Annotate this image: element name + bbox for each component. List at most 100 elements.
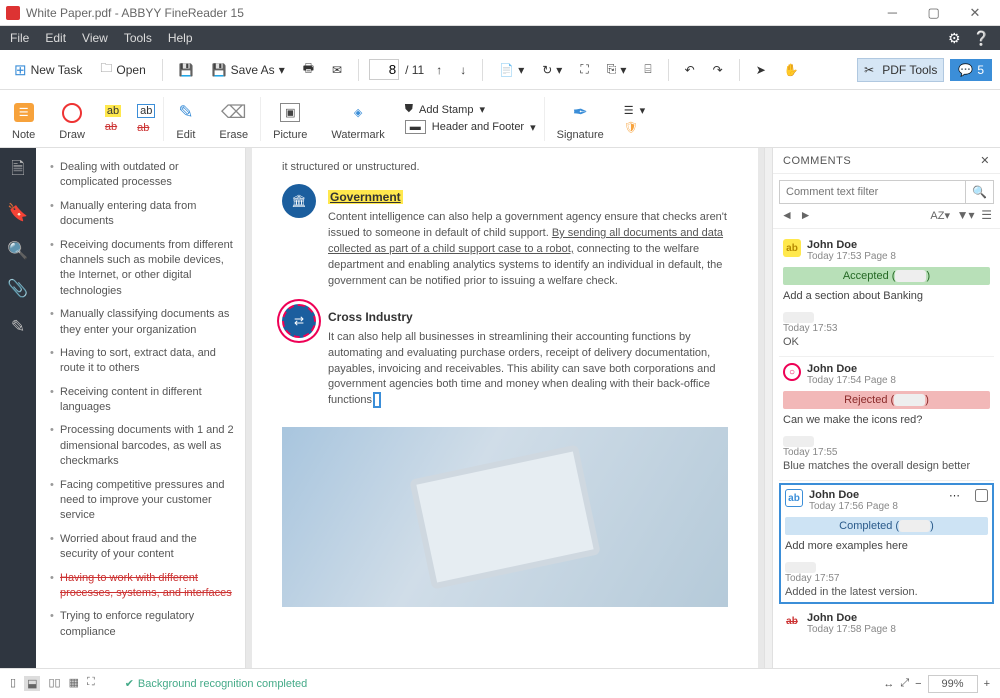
note-tool[interactable]: ☰Note [0,97,47,141]
outline-item[interactable]: Receiving documents from different chann… [50,234,235,304]
signature-icon: ✒ [573,102,588,123]
picture-icon: ▣ [280,103,300,122]
watermark-tool[interactable]: ◈Watermark [319,97,396,141]
fit-page-icon[interactable]: ⤢ [900,677,909,690]
comment-icon: 💬 [958,63,973,77]
comment-filter-input[interactable] [780,181,965,203]
erase-tool[interactable]: ⌫Erase [207,97,260,141]
search-tab-icon[interactable]: 🔍 [7,241,28,261]
sig-opt-2[interactable]: 🛡 [624,121,645,134]
expand-icon[interactable]: ☰ [981,208,992,222]
outline-item[interactable]: Having to sort, extract data, and route … [50,342,235,381]
outline-item[interactable]: Manually classifying documents as they e… [50,303,235,342]
new-task-button[interactable]: ⊞ New Task [8,57,88,83]
search-icon[interactable]: 🔍 [965,181,993,203]
page-down-button[interactable]: ↓ [454,59,472,81]
add-page-button[interactable]: 📄▾ [493,59,530,81]
fit-width-icon[interactable]: ↔ [883,678,894,690]
undo-button[interactable]: ↶ [679,59,701,81]
outline-item[interactable]: Manually entering data from documents [50,195,235,234]
rotate-button[interactable]: ↻▾ [536,59,568,81]
outline-item[interactable]: Facing competitive pressures and need to… [50,474,235,528]
add-stamp-button[interactable]: ⛊Add Stamp▾ [405,103,536,116]
status-accepted: Accepted ( ) [783,267,990,285]
extract-button[interactable]: ⎘▾ [601,58,633,81]
zoom-value[interactable]: 99% [928,675,978,693]
close-comments-icon[interactable]: ✕ [980,154,990,167]
scan-icon: ⌸ [644,62,651,77]
redo-button[interactable]: ↷ [707,59,729,81]
strike-red-tool[interactable]: ab [137,122,155,134]
comment-item[interactable]: ○ John DoeToday 17:54 Page 8 Rejected ( … [779,357,994,481]
gov-paragraph: Content intelligence can also help a gov… [328,210,728,290]
comment-item[interactable]: ab John DoeToday 17:58 Page 8 [779,606,994,643]
prev-comment-icon[interactable]: ◄ [781,208,793,222]
signatures-tab-icon[interactable]: ✎ [11,317,25,337]
more-icon[interactable]: ⋯ [949,489,960,502]
signature-tool[interactable]: ✒Signature [545,97,616,141]
outline-item[interactable]: Processing documents with 1 and 2 dimens… [50,419,235,473]
pointer-icon: ➤ [756,63,766,77]
pages-tab-icon[interactable]: 🗎 [11,156,25,185]
comment-checkbox[interactable] [975,489,988,502]
maximize-button[interactable]: ▢ [915,5,953,21]
help-icon[interactable]: ❔ [973,30,990,47]
zoom-out-icon[interactable]: − [915,678,921,690]
menu-help[interactable]: Help [168,31,193,45]
redo-icon: ↷ [713,63,723,77]
page-up-button[interactable]: ↑ [430,59,448,81]
hand-tool[interactable]: ✋ [778,59,805,81]
mail-button[interactable]: ✉ [326,59,348,81]
underline-tool[interactable]: ab [137,104,155,118]
headerfooter-icon: ▬ [405,120,426,134]
save-icon: 💾 [179,63,194,77]
view-full-icon[interactable]: ⛶ [87,676,95,691]
highlight-icon: ab [105,105,121,117]
crop-button[interactable]: ⛶ [574,58,594,81]
sort-button[interactable]: AZ▾ [930,210,950,222]
comment-item[interactable]: ab John DoeToday 17:53 Page 8 Accepted (… [779,233,994,357]
page-input[interactable] [369,59,399,80]
gear-icon[interactable]: ⚙ [948,30,961,47]
window-title: White Paper.pdf - ABBYY FineReader 15 [26,6,873,20]
menu-view[interactable]: View [82,31,108,45]
menu-file[interactable]: File [10,31,29,45]
draw-tool[interactable]: Draw [47,97,97,141]
pdf-tools-button[interactable]: ✂ PDF Tools [857,58,944,82]
view-continuous-icon[interactable]: ⬓ [24,676,40,691]
view-facing-icon[interactable]: ▯▯ [48,676,60,691]
scan-button[interactable]: ⌸ [638,58,657,81]
menu-tools[interactable]: Tools [124,31,152,45]
view-single-icon[interactable]: ▯ [10,676,16,691]
outline-item[interactable]: Worried about fraud and the security of … [50,528,235,567]
minimize-button[interactable]: ─ [873,5,911,20]
page-scrollbar[interactable] [764,148,772,668]
attachments-tab-icon[interactable]: 📎 [7,279,28,299]
outline-item[interactable]: Trying to enforce regulatory compliance [50,605,235,644]
comment-item-selected[interactable]: ab John DoeToday 17:56 Page 8 ⋯ Complete… [779,483,994,604]
save-button[interactable]: 💾 [173,59,200,81]
print-button[interactable]: 🖶 [297,55,320,84]
document-page[interactable]: it structured or unstructured. 🏛 Governm… [252,148,758,668]
next-comment-icon[interactable]: ► [800,208,812,222]
view-thumb-icon[interactable]: ▦ [69,676,79,691]
outline-item[interactable]: Having to work with different processes,… [50,567,235,606]
zoom-in-icon[interactable]: + [984,678,990,690]
pointer-tool[interactable]: ➤ [750,59,772,81]
sig-opt-1[interactable]: ☰▾ [624,104,645,117]
picture-tool[interactable]: ▣Picture [261,97,319,141]
outline-item[interactable]: Receiving content in different languages [50,381,235,420]
highlight-tool[interactable]: ab [105,105,121,117]
close-button[interactable]: ✕ [956,5,994,21]
bookmarks-tab-icon[interactable]: 🔖 [7,203,28,223]
header-footer-button[interactable]: ▬Header and Footer▾ [405,120,536,134]
lines-icon: ☰ [624,104,634,117]
menu-edit[interactable]: Edit [45,31,66,45]
edit-tool[interactable]: ✎Edit [164,97,207,141]
comment-count-button[interactable]: 💬 5 [950,59,992,81]
open-button[interactable]: 🗀 Open [94,55,151,84]
filter-icon[interactable]: ▼▾ [957,208,975,222]
outline-item[interactable]: Dealing with outdated or complicated pro… [50,156,235,195]
saveas-button[interactable]: 💾Save As▾ [206,59,291,81]
strike-tool[interactable]: ab [105,121,121,133]
